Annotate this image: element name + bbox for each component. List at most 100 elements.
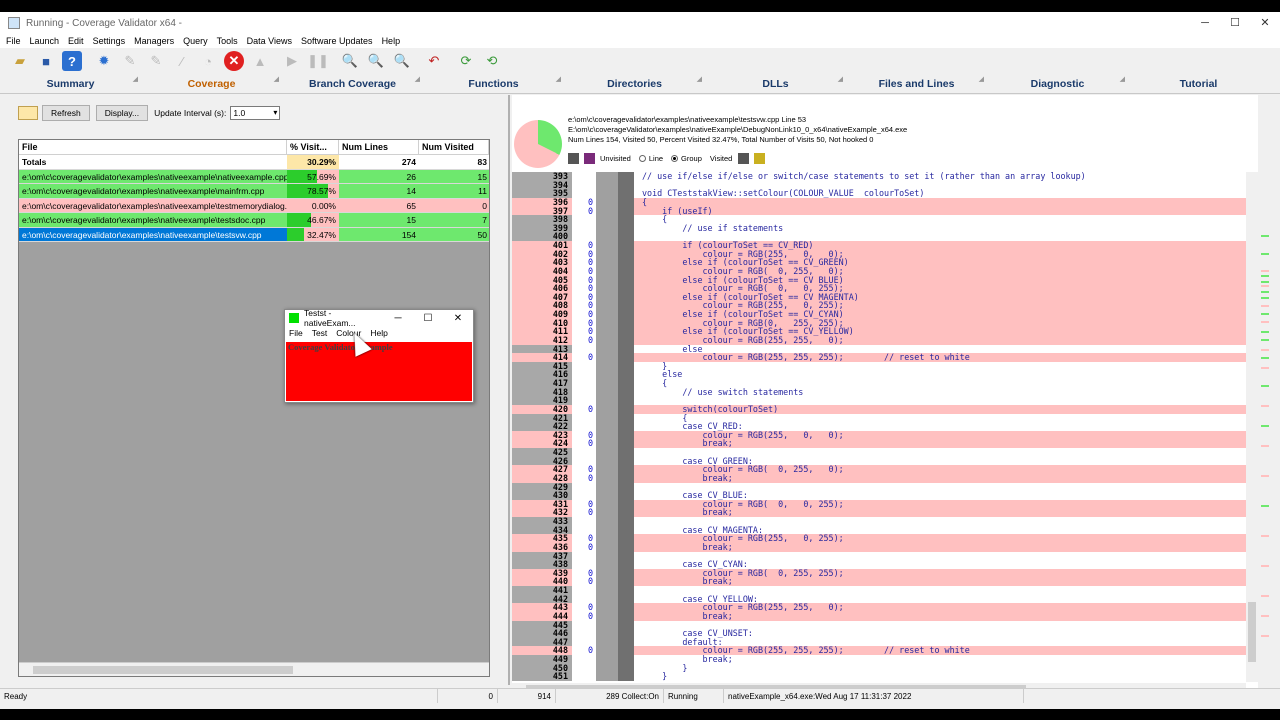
code-line[interactable]: 432 0 break; bbox=[512, 508, 1246, 517]
maximize-button[interactable]: ☐ bbox=[1220, 12, 1250, 34]
column-num-lines[interactable]: Num Lines bbox=[339, 140, 419, 154]
code-line[interactable]: 409 0 else if (colourToSet == CV_CYAN) bbox=[512, 310, 1246, 319]
menu-launch[interactable]: Launch bbox=[30, 36, 60, 46]
menu-settings[interactable]: Settings bbox=[93, 36, 126, 46]
group-radio[interactable] bbox=[671, 155, 679, 162]
undo-icon[interactable]: ↶ bbox=[424, 51, 444, 71]
code-line[interactable]: 438 case CV_CYAN: bbox=[512, 560, 1246, 569]
coverage-overview-strip[interactable] bbox=[1258, 95, 1272, 685]
line-radio[interactable] bbox=[638, 155, 646, 162]
minimize-icon[interactable]: ─ bbox=[383, 313, 413, 324]
stopwatch-icon[interactable]: ◔ bbox=[198, 51, 218, 71]
menu-file[interactable]: File bbox=[6, 36, 21, 46]
code-line[interactable]: 393// use if/else if/else or switch/case… bbox=[512, 172, 1246, 181]
menu-data-views[interactable]: Data Views bbox=[247, 36, 292, 46]
code-line[interactable]: 426 case CV_GREEN: bbox=[512, 456, 1246, 466]
code-line[interactable]: 399 // use if statements bbox=[512, 224, 1246, 233]
open-folder-icon[interactable]: ▰ bbox=[10, 51, 30, 71]
code-line[interactable]: 416 else bbox=[512, 370, 1246, 379]
code-line[interactable]: 435 0 colour = RGB(255, 0, 255); bbox=[512, 534, 1246, 543]
code-line[interactable]: 415 } bbox=[512, 362, 1246, 371]
code-line[interactable]: 434 case CV_MAGENTA: bbox=[512, 525, 1246, 535]
scrollbar-thumb[interactable] bbox=[1248, 602, 1256, 662]
next-unvisited-icon[interactable] bbox=[584, 153, 595, 164]
table-horizontal-scrollbar[interactable] bbox=[19, 662, 489, 676]
code-line[interactable]: 451 } bbox=[512, 672, 1246, 681]
filter-icon[interactable] bbox=[18, 106, 38, 120]
tab-diagnostic[interactable]: Diagnostic ◢ bbox=[987, 74, 1128, 93]
code-line[interactable]: 411 0 else if (colourToSet == CV_YELLOW) bbox=[512, 327, 1246, 336]
code-line[interactable]: 423 0 colour = RGB(255, 0, 0); bbox=[512, 431, 1246, 440]
prev-unvisited-icon[interactable] bbox=[568, 153, 579, 164]
code-line[interactable]: 422 case CV_RED: bbox=[512, 422, 1246, 431]
code-line[interactable]: 424 0 break; bbox=[512, 439, 1246, 448]
menu-edit[interactable]: Edit bbox=[68, 36, 84, 46]
code-line[interactable]: 448 0 colour = RGB(255, 255, 255); // res… bbox=[512, 646, 1246, 655]
code-line[interactable]: 401 0 if (colourToSet == CV_RED) bbox=[512, 241, 1246, 250]
table-row[interactable]: e:\om\c\coveragevalidator\examples\nativ… bbox=[19, 184, 489, 199]
find-next-icon[interactable]: 🔍 bbox=[392, 51, 412, 71]
help-icon[interactable]: ? bbox=[62, 51, 82, 71]
code-line[interactable]: 410 0 colour = RGB(0, 255, 255); bbox=[512, 318, 1246, 328]
wait-icon[interactable]: ⁄ bbox=[172, 51, 192, 71]
code-line[interactable]: 450 } bbox=[512, 663, 1246, 673]
code-line[interactable]: 396 0{ bbox=[512, 198, 1246, 207]
column-percent-visited[interactable]: % Visit... bbox=[287, 140, 339, 154]
tab-summary[interactable]: Summary ◢ bbox=[0, 74, 141, 93]
code-line[interactable]: 425 bbox=[512, 448, 1246, 457]
next-visited-icon[interactable] bbox=[754, 153, 766, 164]
tab-tutorial[interactable]: Tutorial bbox=[1128, 74, 1269, 93]
code-line[interactable]: 420 0 switch(colourToSet) bbox=[512, 405, 1246, 414]
code-line[interactable]: 445 bbox=[512, 620, 1246, 630]
code-line[interactable]: 417 { bbox=[512, 379, 1246, 388]
code-line[interactable]: 449 break; bbox=[512, 655, 1246, 664]
tab-branch-coverage[interactable]: Branch Coverage ◢ bbox=[282, 74, 423, 93]
code-line[interactable]: 407 0 else if (colourToSet == CV_MAGENTA) bbox=[512, 293, 1246, 302]
scrollbar-thumb[interactable] bbox=[33, 666, 293, 674]
source-code-view[interactable]: 393// use if/else if/else or switch/case… bbox=[512, 172, 1246, 682]
tab-dlls[interactable]: DLLs ◢ bbox=[705, 74, 846, 93]
code-line[interactable]: 440 0 break; bbox=[512, 577, 1246, 586]
minimize-button[interactable]: ─ bbox=[1190, 12, 1220, 34]
close-icon[interactable]: ✕ bbox=[443, 313, 473, 324]
prev-visited-icon[interactable] bbox=[738, 153, 750, 164]
tab-files-and-lines[interactable]: Files and Lines ◢ bbox=[846, 74, 987, 93]
code-line[interactable]: 403 0 else if (colourToSet == CV_GREEN) bbox=[512, 258, 1246, 267]
table-row[interactable]: e:\om\c\coveragevalidator\examples\nativ… bbox=[19, 169, 489, 184]
code-line[interactable]: 433 bbox=[512, 517, 1246, 526]
code-line[interactable]: 444 0 break; bbox=[512, 612, 1246, 621]
menu-query[interactable]: Query bbox=[183, 36, 208, 46]
update-interval-select[interactable]: 1.0 bbox=[230, 106, 281, 120]
code-line[interactable]: 431 0 colour = RGB( 0, 0, 255); bbox=[512, 500, 1246, 509]
code-line[interactable]: 428 0 break; bbox=[512, 474, 1246, 483]
home-icon[interactable]: ▲ bbox=[250, 51, 270, 71]
panel-splitter[interactable] bbox=[508, 95, 510, 685]
launch-icon[interactable]: ✎ bbox=[120, 51, 140, 71]
code-line[interactable]: 442 case CV_YELLOW: bbox=[512, 594, 1246, 604]
table-row-selected[interactable]: e:\om\c\coveragevalidator\examples\nativ… bbox=[19, 227, 489, 242]
code-line[interactable]: 397 0 if (useIf) bbox=[512, 206, 1246, 216]
tab-functions[interactable]: Functions ◢ bbox=[423, 74, 564, 93]
play-icon[interactable]: ▶ bbox=[282, 51, 302, 71]
display-button[interactable]: Display... bbox=[95, 105, 149, 121]
code-line[interactable]: 395 void CTeststakView::setColour(COLOUR_… bbox=[512, 189, 1246, 198]
menu-software-updates[interactable]: Software Updates bbox=[301, 36, 373, 46]
code-line[interactable]: 436 0 break; bbox=[512, 543, 1246, 552]
code-line[interactable]: 430 case CV_BLUE: bbox=[512, 491, 1246, 500]
test-menu-test[interactable]: Test bbox=[312, 328, 328, 338]
code-line[interactable]: 421 { bbox=[512, 413, 1246, 423]
code-line[interactable]: 414 0 colour = RGB(255, 255, 255); // res… bbox=[512, 353, 1246, 362]
code-line[interactable]: 437 bbox=[512, 551, 1246, 561]
save-icon[interactable]: ■ bbox=[36, 51, 56, 71]
find-icon[interactable]: 🔍 bbox=[366, 51, 386, 71]
table-row[interactable]: e:\om\c\coveragevalidator\examples\nativ… bbox=[19, 198, 489, 213]
column-num-visited[interactable]: Num Visited bbox=[419, 140, 489, 154]
test-app-window[interactable]: Testst - nativeExam... ─ ☐ ✕ File Test C… bbox=[284, 308, 474, 403]
stop-icon[interactable]: ✕ bbox=[224, 51, 244, 71]
test-menu-file[interactable]: File bbox=[289, 328, 303, 338]
code-line[interactable]: 418 // use switch statements bbox=[512, 387, 1246, 397]
code-line[interactable]: 429 bbox=[512, 482, 1246, 492]
test-menu-help[interactable]: Help bbox=[370, 328, 387, 338]
code-vertical-scrollbar[interactable] bbox=[1246, 172, 1258, 682]
code-line[interactable]: 412 0 colour = RGB(255, 255, 0); bbox=[512, 336, 1246, 345]
